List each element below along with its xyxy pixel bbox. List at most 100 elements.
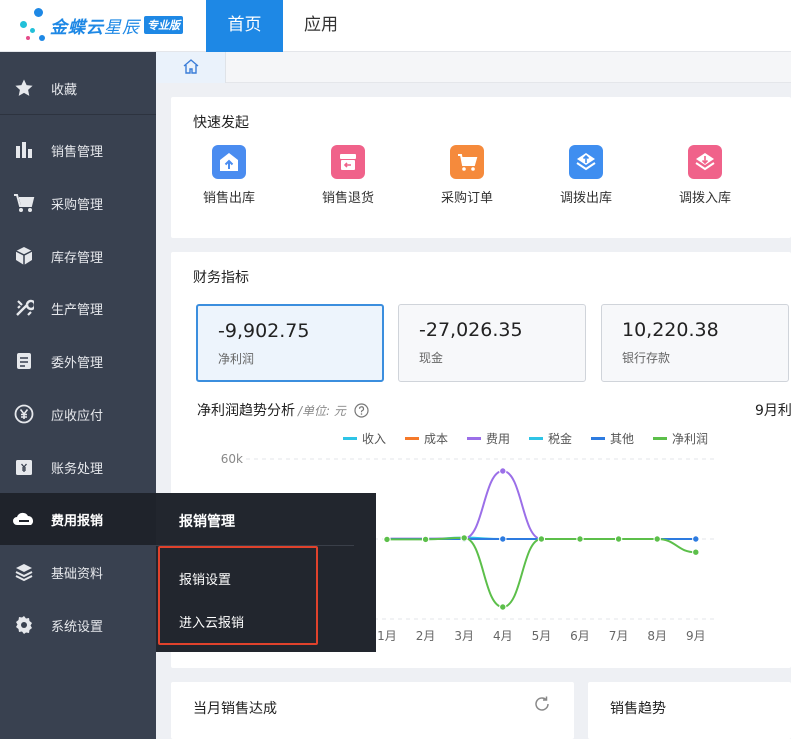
sidebar-item-basic-data[interactable]: 基础资料 bbox=[0, 546, 156, 598]
gear-icon bbox=[12, 613, 36, 637]
layers-icon bbox=[12, 560, 36, 584]
sidebar-item-settings[interactable]: 系统设置 bbox=[0, 599, 156, 651]
data-point bbox=[614, 535, 623, 543]
x-tick-label: 5月 bbox=[532, 629, 552, 643]
sidebar-item-purchase[interactable]: 采购管理 bbox=[0, 177, 156, 229]
series-line bbox=[386, 536, 696, 609]
return-box-icon bbox=[331, 145, 365, 179]
metric-bank-deposit[interactable]: 10,220.38 银行存款 bbox=[601, 304, 789, 382]
legend-swatch bbox=[467, 437, 481, 440]
refresh-icon[interactable] bbox=[533, 695, 551, 717]
sidebar-item-inventory[interactable]: 库存管理 bbox=[0, 230, 156, 282]
logo-mark-icon bbox=[18, 8, 48, 42]
sidebar-item-sales[interactable]: 销售管理 bbox=[0, 124, 156, 176]
quick-item-label: 调拨入库 bbox=[678, 191, 731, 206]
sidebar-item-label: 系统设置 bbox=[51, 619, 104, 635]
sidebar-item-label: 账务处理 bbox=[51, 461, 104, 477]
trend-heading: 净利润趋势分析 /单位: 元 bbox=[197, 400, 369, 420]
monthly-sales-card: 当月销售达成 bbox=[171, 682, 574, 739]
sidebar-item-favorites[interactable]: 收藏 bbox=[0, 62, 156, 114]
cloud-icon bbox=[12, 507, 36, 531]
trend-title: 净利润趋势分析 bbox=[197, 403, 295, 419]
quick-purchase-order[interactable]: 采购订单 bbox=[427, 145, 507, 206]
ledger-icon bbox=[12, 455, 36, 479]
sidebar-item-accounting[interactable]: 账务处理 bbox=[0, 441, 156, 493]
flyout-item-enter-cloud-expense[interactable]: 进入云报销 bbox=[179, 612, 244, 631]
logo-brand: 金蝶云 bbox=[50, 17, 104, 38]
top-bar: 金蝶云星辰 专业版 首页 应用 bbox=[0, 0, 791, 52]
sidebar-item-outsourcing[interactable]: 委外管理 bbox=[0, 335, 156, 387]
legend-label: 其他 bbox=[610, 432, 634, 446]
metric-net-profit[interactable]: -9,902.75 净利润 bbox=[196, 304, 384, 382]
sidebar-item-label: 费用报销 bbox=[51, 513, 104, 529]
x-tick-label: 3月 bbox=[454, 629, 474, 643]
cart-icon bbox=[12, 191, 36, 215]
home-tab[interactable] bbox=[156, 52, 226, 83]
metric-label: 现金 bbox=[419, 351, 444, 365]
data-point bbox=[692, 535, 700, 543]
sales-trend-title: 销售趋势 bbox=[610, 701, 666, 717]
metric-cash[interactable]: -27,026.35 现金 bbox=[398, 304, 586, 382]
box-icon bbox=[12, 244, 36, 268]
sidebar-item-label: 收藏 bbox=[51, 82, 78, 98]
bar-chart-icon bbox=[12, 138, 36, 162]
data-point bbox=[499, 603, 507, 611]
y-tick-label: 60k bbox=[221, 452, 243, 466]
quick-transfer-out[interactable]: 调拨出库 bbox=[546, 145, 626, 206]
period-label: 9月利 bbox=[755, 403, 791, 419]
sidebar-item-label: 委外管理 bbox=[51, 355, 104, 371]
x-tick-label: 6月 bbox=[570, 629, 590, 643]
data-point bbox=[421, 535, 430, 544]
data-point bbox=[499, 535, 507, 543]
legend-swatch bbox=[529, 437, 543, 440]
legend-swatch bbox=[405, 437, 419, 440]
quick-sales-outbound[interactable]: 销售出库 bbox=[189, 145, 269, 206]
data-point bbox=[460, 534, 468, 542]
data-point bbox=[499, 467, 507, 475]
quick-item-label: 销售退货 bbox=[321, 191, 374, 206]
metric-label: 净利润 bbox=[218, 352, 255, 366]
sidebar-item-label: 基础资料 bbox=[51, 566, 104, 582]
quick-start-card: 快速发起 销售出库 销售退货 采购订单 调拨出库 调拨入库 bbox=[171, 97, 791, 238]
flyout-item-expense-settings[interactable]: 报销设置 bbox=[179, 569, 231, 588]
x-tick-label: 4月 bbox=[493, 629, 513, 643]
quick-transfer-in[interactable]: 调拨入库 bbox=[665, 145, 745, 206]
sidebar-item-label: 库存管理 bbox=[51, 250, 104, 266]
finance-title: 财务指标 bbox=[193, 270, 249, 286]
warehouse-out-icon bbox=[212, 145, 246, 179]
legend-label: 税金 bbox=[548, 431, 572, 446]
question-circle-icon[interactable] bbox=[354, 402, 369, 418]
flyout-title: 报销管理 bbox=[179, 514, 235, 530]
data-point bbox=[537, 535, 546, 543]
quick-item-label: 调拨出库 bbox=[559, 191, 612, 206]
transfer-in-icon bbox=[688, 145, 722, 179]
legend-swatch bbox=[343, 437, 357, 440]
star-icon bbox=[12, 76, 36, 100]
trend-unit: /单位: 元 bbox=[298, 403, 346, 418]
logo[interactable]: 金蝶云星辰 专业版 bbox=[18, 8, 183, 42]
sidebar-item-production[interactable]: 生产管理 bbox=[0, 282, 156, 334]
sidebar-item-expense[interactable]: 费用报销 bbox=[0, 493, 156, 545]
sidebar-item-receivables[interactable]: 应收应付 bbox=[0, 388, 156, 440]
sidebar-item-label: 应收应付 bbox=[51, 408, 104, 424]
metric-value: -9,902.75 bbox=[218, 320, 310, 342]
tab-apps[interactable]: 应用 bbox=[283, 0, 359, 52]
legend-swatch bbox=[653, 437, 667, 440]
legend-label: 净利润 bbox=[672, 432, 708, 446]
x-tick-label: 8月 bbox=[647, 629, 667, 643]
tab-home[interactable]: 首页 bbox=[206, 0, 283, 52]
expense-flyout-menu: 报销管理 报销设置 进入云报销 bbox=[156, 493, 376, 652]
legend-swatch bbox=[591, 437, 605, 440]
x-tick-label: 7月 bbox=[609, 629, 629, 643]
legend-label: 成本 bbox=[424, 432, 448, 446]
clipboard-icon bbox=[12, 349, 36, 373]
yen-coin-icon bbox=[12, 402, 36, 426]
transfer-out-icon bbox=[569, 145, 603, 179]
home-icon bbox=[182, 58, 200, 78]
metric-value: -27,026.35 bbox=[419, 319, 523, 341]
data-point bbox=[692, 548, 700, 556]
quick-sales-return[interactable]: 销售退货 bbox=[308, 145, 388, 206]
data-point bbox=[576, 535, 584, 543]
sales-trend-card: 销售趋势 bbox=[588, 682, 791, 739]
logo-edition-badge: 专业版 bbox=[144, 16, 183, 34]
